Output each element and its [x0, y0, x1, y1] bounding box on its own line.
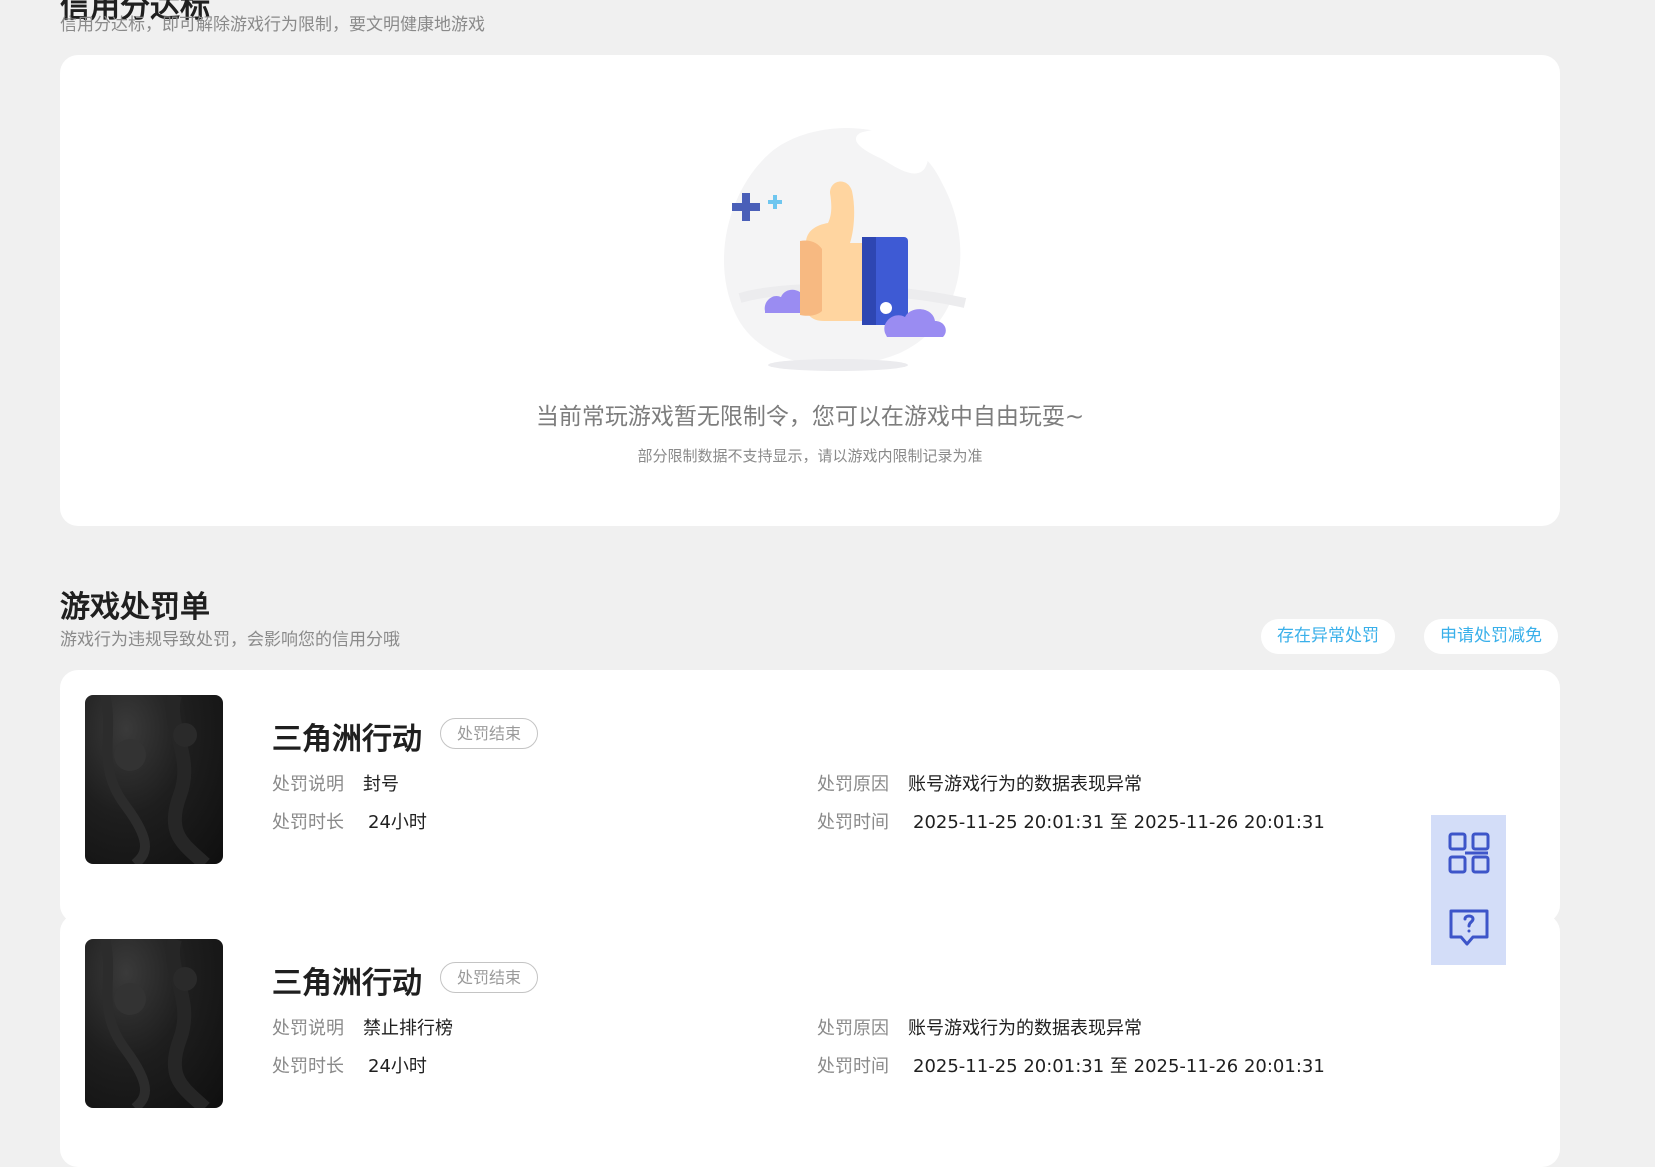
penalty-duration-value: 24小时: [368, 1056, 427, 1077]
penalty-desc-value: 封号: [363, 774, 399, 795]
help-chat-icon: [1449, 909, 1488, 945]
game-name: 三角洲行动: [272, 966, 422, 1001]
empty-main-text: 当前常玩游戏暂无限制令，您可以在游戏中自由玩耍~: [535, 404, 1085, 430]
credit-page: 信用分达标 信用分达标，即可解除游戏行为限制，要文明健康地游戏 当前常玩游戏暂无…: [0, 0, 1655, 1167]
thumbs-up-illustration: [723, 128, 967, 371]
penalty-desc-label: 处罚说明: [272, 774, 344, 795]
game-name: 三角洲行动: [272, 722, 422, 757]
help-feedback-button[interactable]: [1431, 890, 1506, 965]
penalty-duration-label: 处罚时长: [272, 812, 344, 833]
penalty-reason-value: 账号游戏行为的数据表现异常: [908, 1018, 1142, 1039]
game-thumbnail[interactable]: [85, 939, 223, 1108]
qrcode-icon: [1448, 832, 1489, 873]
penalty-reason-value: 账号游戏行为的数据表现异常: [908, 774, 1142, 795]
penalty-reason-label: 处罚原因: [817, 1018, 889, 1039]
penalty-section-title: 游戏处罚单: [60, 590, 210, 625]
penalty-card: 三角洲行动 处罚结束 处罚说明 禁止排行榜 处罚时长 24小时 处罚原因 账号游…: [60, 914, 1560, 1167]
restriction-empty-card: 当前常玩游戏暂无限制令，您可以在游戏中自由玩耍~ 部分限制数据不支持显示，请以游…: [60, 55, 1560, 526]
game-thumbnail[interactable]: [85, 695, 223, 864]
penalty-time-value: 2025-11-25 20:01:31 至 2025-11-26 20:01:3…: [913, 812, 1325, 833]
apply-reduction-button[interactable]: 申请处罚减免: [1424, 619, 1558, 654]
status-badge: 处罚结束: [440, 718, 539, 749]
qrcode-button[interactable]: [1431, 815, 1506, 890]
status-badge: 处罚结束: [440, 962, 539, 993]
penalty-duration-value: 24小时: [368, 812, 427, 833]
penalty-card: 三角洲行动 处罚结束 处罚说明 封号 处罚时长 24小时 处罚原因 账号游戏行为…: [60, 670, 1560, 923]
credit-section-desc: 信用分达标，即可解除游戏行为限制，要文明健康地游戏: [60, 15, 485, 35]
floating-toolbar: [1431, 815, 1506, 965]
penalty-time-label: 处罚时间: [817, 812, 889, 833]
penalty-desc-value: 禁止排行榜: [363, 1018, 453, 1039]
penalty-time-label: 处罚时间: [817, 1056, 889, 1077]
penalty-section-desc: 游戏行为违规导致处罚，会影响您的信用分哦: [60, 630, 400, 650]
penalty-desc-label: 处罚说明: [272, 1018, 344, 1039]
penalty-duration-label: 处罚时长: [272, 1056, 344, 1077]
penalty-reason-label: 处罚原因: [817, 774, 889, 795]
penalty-time-value: 2025-11-25 20:01:31 至 2025-11-26 20:01:3…: [913, 1056, 1325, 1077]
empty-sub-text: 部分限制数据不支持显示，请以游戏内限制记录为准: [637, 447, 983, 465]
abnormal-penalty-button[interactable]: 存在异常处罚: [1261, 619, 1395, 654]
